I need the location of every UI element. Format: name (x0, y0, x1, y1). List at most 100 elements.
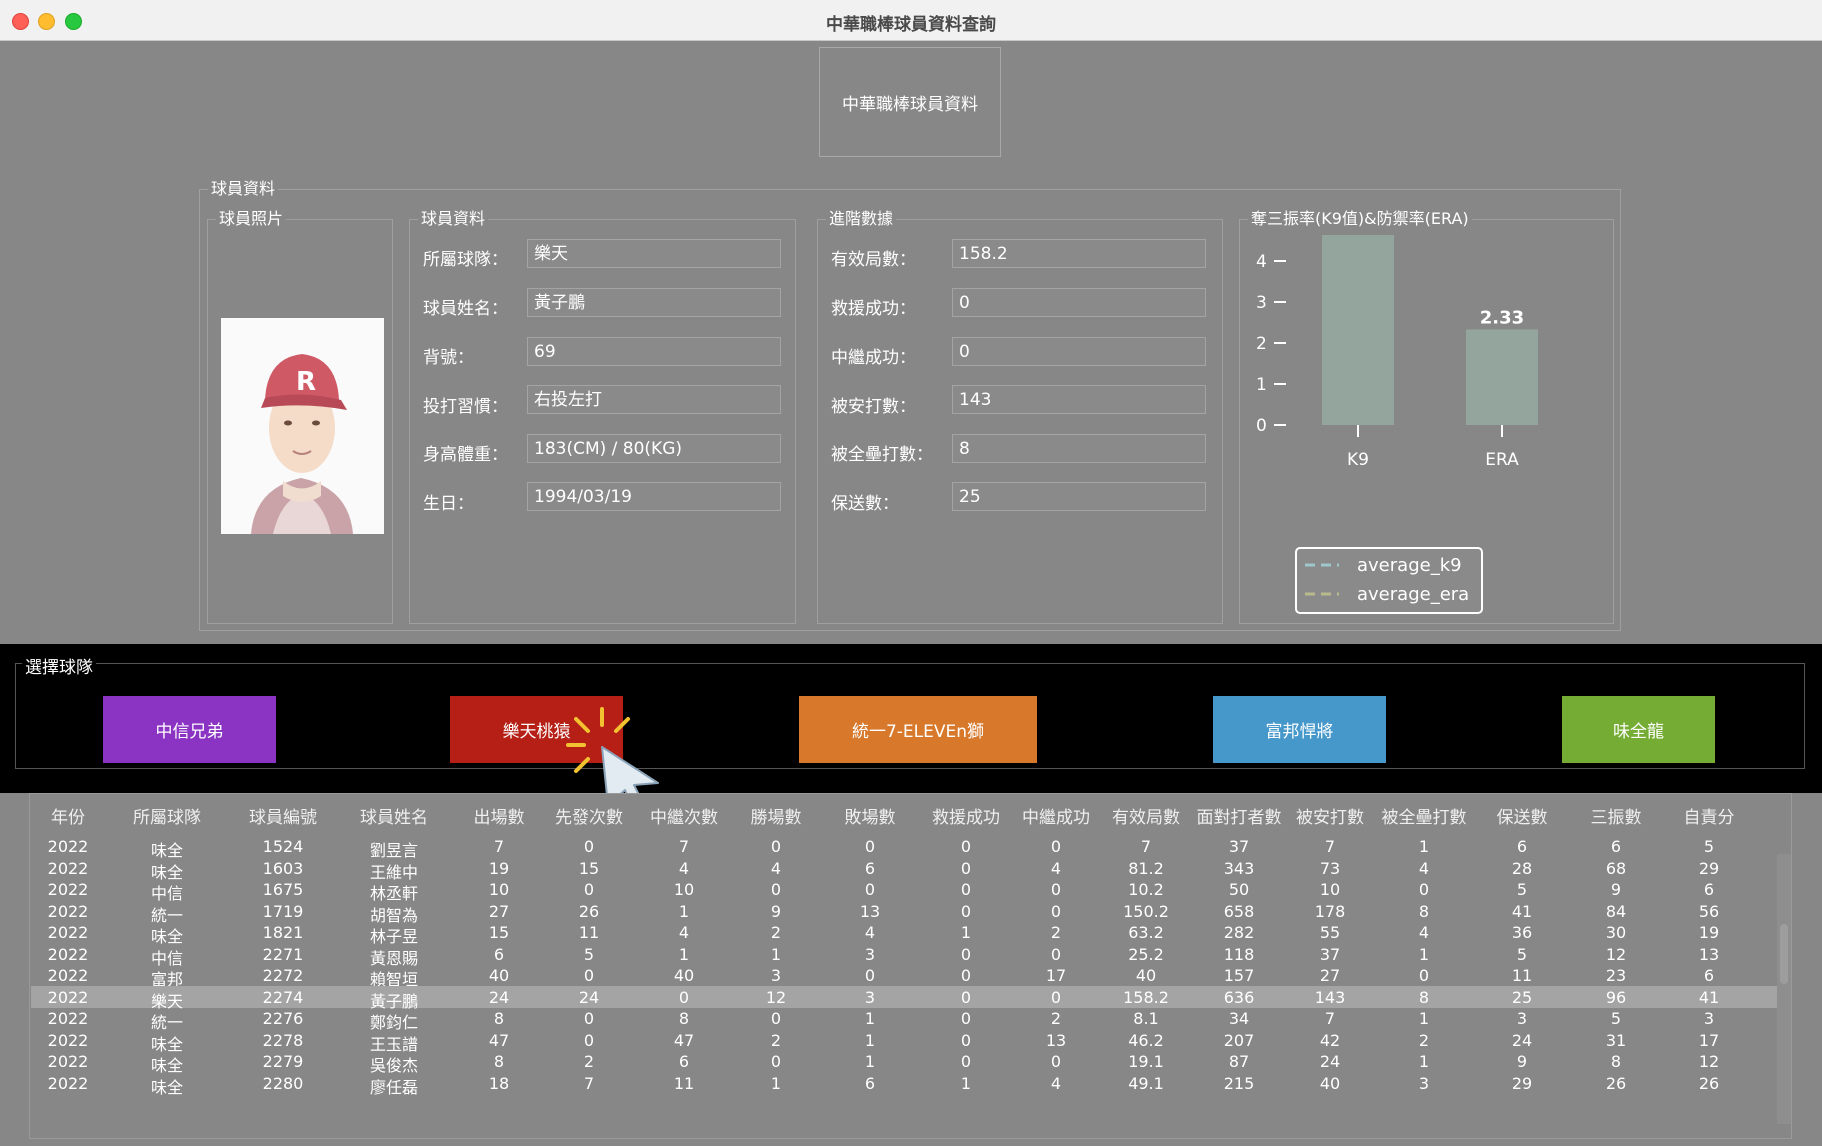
name-field[interactable]: 黃子鵬 (527, 288, 781, 317)
table-cell: 215 (1223, 1073, 1255, 1093)
column-header[interactable]: 自責分 (1664, 803, 1754, 828)
table-cell: 15 (488, 923, 510, 942)
column-header[interactable]: 三振數 (1570, 803, 1662, 828)
table-cell: 1 (960, 923, 972, 942)
column-header[interactable]: 面對打者數 (1194, 803, 1284, 828)
column-header[interactable]: 所屬球隊 (112, 803, 222, 828)
walks-field[interactable]: 25 (952, 482, 1206, 511)
table-cell: 中信 (150, 884, 183, 903)
column-header[interactable]: 有效局數 (1100, 803, 1192, 828)
table-cell: 24 (488, 987, 510, 1007)
table-cell: 4 (1418, 923, 1430, 942)
team-button-lions[interactable]: 統一7-ELEVEn獅 (799, 696, 1037, 763)
table-cell: 0 (960, 901, 972, 921)
table-cell: 34 (1228, 1009, 1250, 1028)
table-cell: 7 (678, 837, 690, 856)
table-cell: 0 (960, 1009, 972, 1028)
table-cell: 8 (1418, 901, 1430, 921)
table-cell: 1 (678, 901, 690, 921)
table-cell: 0 (960, 1052, 972, 1071)
table-cell: 11 (673, 1073, 695, 1093)
table-cell: 6 (493, 944, 505, 964)
birthday-field[interactable]: 1994/03/19 (527, 482, 781, 511)
table-cell: 26 (1605, 1073, 1627, 1093)
number-field[interactable]: 69 (527, 337, 781, 366)
team-field[interactable]: 樂天 (527, 239, 781, 268)
y-tick-label: 2 (1256, 334, 1267, 354)
window-title: 中華職棒球員資料查詢 (826, 15, 996, 35)
hits-allowed-field[interactable]: 143 (952, 385, 1206, 414)
table-cell: 27 (1319, 966, 1341, 985)
table-cell: 4 (770, 858, 782, 878)
table-cell: 50 (1228, 880, 1250, 899)
table-cell: 4 (1418, 858, 1430, 878)
table-cell: 40 (488, 966, 510, 985)
y-tick-label: 3 (1256, 293, 1267, 313)
column-header[interactable]: 保送數 (1476, 803, 1568, 828)
column-header[interactable]: 年份 (30, 803, 106, 828)
table-cell: 150.2 (1123, 901, 1169, 921)
table-cell: 63.2 (1128, 923, 1164, 942)
table-cell: 7 (1324, 1009, 1336, 1028)
handedness-field[interactable]: 右投左打 (527, 385, 781, 414)
table-cell: 0 (1050, 987, 1062, 1007)
team-button-brothers[interactable]: 中信兄弟 (103, 696, 276, 763)
k9-era-chart: 012345675.46K92.33ERAaverage_k9average_e… (1256, 235, 1538, 614)
table-cell: 19 (1698, 923, 1720, 942)
table-cell: 0 (583, 966, 595, 985)
table-cell: 6 (1516, 837, 1528, 856)
table-cell: 0 (678, 987, 690, 1007)
column-header[interactable]: 勝場數 (733, 803, 819, 828)
table-cell: 157 (1223, 966, 1255, 985)
table-cell: 4 (1050, 858, 1062, 878)
table-cell: 2022 (47, 880, 89, 899)
height-weight-field[interactable]: 183(CM) / 80(KG) (527, 434, 781, 463)
photo-panel-legend: 球員照片 (216, 209, 287, 229)
table-cell: 2022 (47, 966, 89, 985)
table-cell: 8 (678, 1009, 690, 1028)
table-cell: 0 (864, 966, 876, 985)
table-cell: 9 (1610, 880, 1622, 899)
bar-value-label: 2.33 (1480, 307, 1524, 328)
bar (1466, 329, 1538, 425)
column-header[interactable]: 救援成功 (921, 803, 1011, 828)
holds-field[interactable]: 0 (952, 337, 1206, 366)
chart-panel-legend: 奪三振率(K9值)&防禦率(ERA) (1248, 209, 1472, 229)
table-cell: 207 (1223, 1030, 1255, 1050)
table-cell: 12 (1605, 944, 1627, 964)
column-header[interactable]: 球員姓名 (340, 803, 448, 828)
team-button-dragons[interactable]: 味全龍 (1562, 696, 1715, 763)
column-header[interactable]: 球員編號 (230, 803, 336, 828)
column-header[interactable]: 中繼次數 (639, 803, 729, 828)
table-cell: 2022 (47, 837, 89, 856)
height-weight-label: 身高體重： (423, 445, 508, 465)
column-header[interactable]: 中繼成功 (1013, 803, 1099, 828)
table-cell: 0 (960, 966, 972, 985)
table-cell: 27 (488, 901, 510, 921)
innings-field[interactable]: 158.2 (952, 239, 1206, 268)
table-cell: 25.2 (1128, 944, 1164, 964)
team-button-guardians[interactable]: 富邦悍將 (1213, 696, 1386, 763)
scrollbar-thumb[interactable] (1780, 924, 1788, 984)
table-cell: 2 (770, 1030, 782, 1050)
table-scrollbar[interactable] (1777, 854, 1791, 1124)
player-stats-table[interactable]: 年份 所屬球隊 球員編號 球員姓名 出場數 先發次數 中繼次數 勝場數 敗場數 救援成功 中繼成功有… (29, 793, 1792, 1139)
column-header[interactable]: 被全壘打數 (1376, 803, 1472, 828)
table-cell: 3 (770, 966, 782, 985)
column-header[interactable]: 出場數 (456, 803, 542, 828)
column-header[interactable]: 先發次數 (541, 803, 637, 828)
table-cell: 0 (583, 1030, 595, 1050)
bar (1322, 235, 1394, 425)
saves-field[interactable]: 0 (952, 288, 1206, 317)
column-header[interactable]: 被安打數 (1286, 803, 1374, 828)
table-cell: 1719 (262, 901, 304, 921)
table-cell: 1821 (262, 923, 304, 942)
table-cell: 47 (673, 1030, 695, 1050)
table-cell: 17 (1698, 1030, 1720, 1050)
column-header[interactable]: 敗場數 (821, 803, 919, 828)
table-cell: 11 (1511, 966, 1533, 985)
table-cell: 8 (493, 1052, 505, 1071)
hr-allowed-field[interactable]: 8 (952, 434, 1206, 463)
table-cell: 10 (1319, 880, 1341, 899)
app-window: 中華職棒球員資料查詢 中華職棒球員資料 球員資料 球員照片 R 球員資料 所屬球… (0, 0, 1822, 1146)
